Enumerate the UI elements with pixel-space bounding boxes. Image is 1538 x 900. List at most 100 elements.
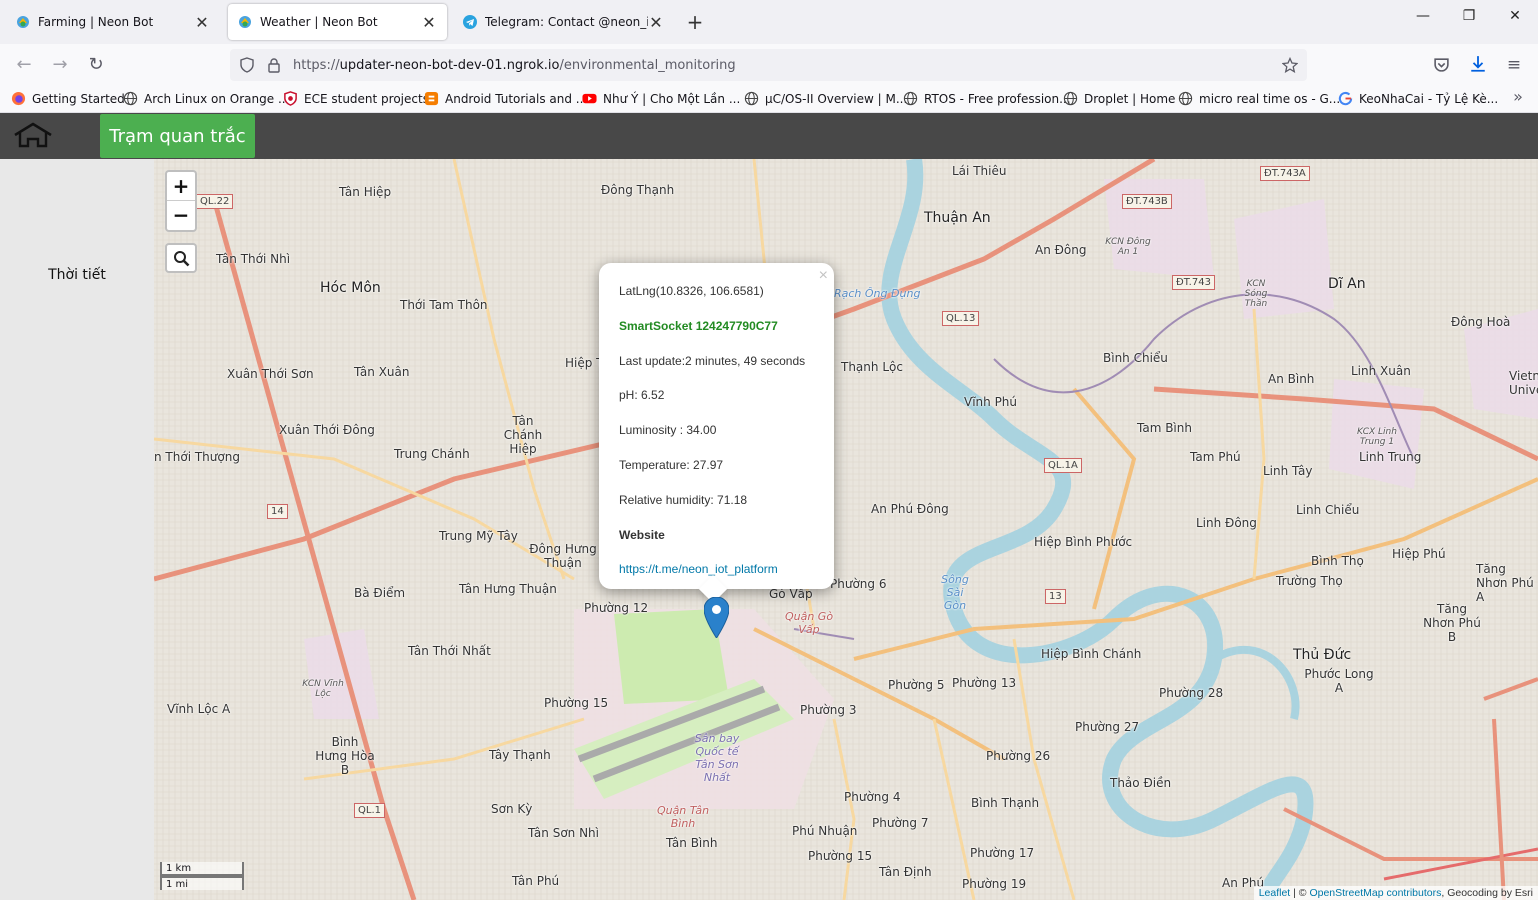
shield-red-icon — [284, 91, 297, 106]
url-bar[interactable]: https://updater-neon-bot-dev-01.ngrok.io… — [230, 49, 1307, 81]
road-shield: 13 — [1045, 589, 1066, 604]
pocket-icon[interactable] — [1433, 56, 1450, 73]
close-window-icon[interactable]: ✕ — [1492, 8, 1538, 24]
bookmark-item[interactable]: Android Tutorials and ... — [424, 91, 587, 106]
sidebar-item-weather[interactable]: Thời tiết — [0, 267, 154, 283]
bookmark-item[interactable]: Droplet | Home — [1063, 91, 1175, 106]
bookmark-item[interactable]: Như Ý | Cho Một Lần ... — [582, 91, 740, 106]
map-label: An Phú Đông — [871, 502, 949, 516]
bookmark-label: micro real time os - G... — [1199, 91, 1341, 106]
road-shield: ĐT.743A — [1260, 166, 1310, 181]
map-label: n Thới Thượng — [154, 450, 240, 464]
map-label: Tam Bình — [1137, 421, 1192, 435]
map-label: Bình Hưng Hòa B — [315, 735, 375, 777]
map-marker-icon[interactable] — [704, 597, 729, 638]
youtube-icon — [582, 93, 597, 104]
zoom-in-button[interactable]: + — [167, 172, 195, 201]
popup-luminosity: Luminosity : 34.00 — [619, 423, 717, 438]
map-label: Tân Chánh Hiệp — [503, 414, 543, 456]
map-label: Hiệp Bình Chánh — [1041, 647, 1142, 661]
url-text[interactable]: https://updater-neon-bot-dev-01.ngrok.io… — [293, 58, 736, 73]
tab-title: Weather | Neon Bot — [260, 15, 378, 29]
map-label: Xuân Thới Sơn — [227, 367, 314, 381]
osm-link[interactable]: OpenStreetMap contributors — [1309, 887, 1441, 899]
reload-icon[interactable]: ↻ — [84, 54, 108, 78]
map-label: Hóc Môn — [320, 280, 381, 296]
tab-telegram[interactable]: Telegram: Contact @neon_iot_p ✕ — [453, 4, 674, 40]
bookmark-label: ECE student projects — [304, 91, 429, 106]
map-label: Vĩnh Lộc A — [167, 702, 231, 716]
attribution-esri: , Geocoding by Esri — [1441, 887, 1533, 899]
bookmark-label: Như Ý | Cho Một Lần ... — [603, 91, 741, 106]
map-label: Tân Sơn Nhì — [528, 826, 599, 840]
map-label: An Bình — [1268, 372, 1315, 386]
map-label: Phường 28 — [1159, 686, 1224, 700]
globe-icon — [1063, 91, 1078, 106]
road-shield: ĐT.743 — [1172, 275, 1215, 290]
google-icon — [1338, 91, 1353, 106]
map-label: Phường 12 — [584, 601, 649, 615]
map-label: Phường 19 — [962, 877, 1027, 891]
new-tab-icon[interactable]: + — [684, 10, 706, 34]
restore-icon[interactable]: ❐ — [1446, 8, 1492, 24]
map-attribution: Leaflet | © OpenStreetMap contributors, … — [1253, 886, 1538, 900]
bookmark-item[interactable]: micro real time os - G... — [1178, 91, 1340, 106]
menu-icon[interactable]: ≡ — [1502, 54, 1526, 78]
sidebar: Thời tiết — [0, 159, 154, 900]
bookmark-item[interactable]: RTOS - Free profession... — [903, 91, 1071, 106]
map-label: Trường Thọ — [1276, 574, 1343, 588]
bookmark-item[interactable]: µC/OS-II Overview | M... — [744, 91, 907, 106]
tab-close-icon[interactable]: ✕ — [421, 13, 437, 32]
bookmark-star-icon[interactable] — [1282, 57, 1298, 73]
map-label: Quận Tân Bình — [656, 804, 710, 830]
popup-temperature: Temperature: 27.97 — [619, 457, 724, 472]
map-label: An Đông — [1035, 243, 1087, 257]
map[interactable]: Tân Hiệp Đông Thạnh Lái Thiêu Thuận An A… — [154, 159, 1538, 900]
tab-close-icon[interactable]: ✕ — [194, 13, 210, 32]
bookmark-label: RTOS - Free profession... — [924, 91, 1071, 106]
map-search-button[interactable] — [165, 243, 197, 273]
minimize-icon[interactable]: — — [1400, 8, 1446, 24]
road-shield: QL.1 — [354, 803, 385, 818]
monitoring-station-button[interactable]: Trạm quan trắc — [100, 114, 255, 158]
tab-close-icon[interactable]: ✕ — [648, 13, 664, 32]
bookmark-item[interactable]: ECE student projects — [283, 91, 429, 106]
map-label: Thảo Điền — [1110, 776, 1172, 790]
map-label: Sân bay Quốc tế Tân Sơn Nhất — [694, 732, 740, 784]
tab-title: Farming | Neon Bot — [38, 15, 154, 29]
tab-farming[interactable]: Farming | Neon Bot ✕ — [6, 4, 220, 40]
shield-icon[interactable] — [239, 57, 255, 73]
globe-icon — [903, 91, 918, 106]
home-icon[interactable] — [12, 120, 54, 152]
scale-mi: 1 mi — [160, 876, 244, 890]
road-shield: 14 — [267, 504, 288, 519]
bookmarks-overflow-icon[interactable]: » — [1506, 86, 1530, 110]
zoom-out-button[interactable]: − — [167, 201, 195, 230]
popup-last-update: Last update:2 minutes, 49 seconds — [619, 353, 806, 368]
map-label: Phường 4 — [844, 790, 901, 804]
bookmarks-toolbar: Getting Started Arch Linux on Orange ...… — [0, 86, 1538, 113]
leaflet-link[interactable]: Leaflet — [1259, 887, 1291, 899]
download-icon[interactable] — [1469, 55, 1487, 73]
attribution-sep: | © — [1290, 887, 1310, 899]
bookmark-item[interactable]: Getting Started — [11, 91, 125, 106]
map-label: Phường 6 — [830, 577, 887, 591]
back-icon[interactable]: ← — [12, 54, 36, 78]
popup-close-icon[interactable]: × — [819, 267, 828, 285]
lock-icon[interactable] — [266, 57, 282, 73]
tab-weather[interactable]: Weather | Neon Bot ✕ — [228, 4, 447, 40]
map-label: Đông Hưng Thuận — [529, 542, 597, 570]
map-label: Tây Thạnh — [489, 748, 551, 762]
bookmark-item[interactable]: Arch Linux on Orange ... — [123, 91, 289, 106]
map-label: Phường 17 — [970, 846, 1035, 860]
globe-icon — [1178, 91, 1193, 106]
tab-strip: Farming | Neon Bot ✕ Weather | Neon Bot … — [0, 0, 1538, 44]
map-label: Thủ Đức — [1293, 647, 1352, 663]
bookmark-item[interactable]: KeoNhaCai - Tỷ Lệ Kè... — [1338, 91, 1498, 106]
telegram-icon — [463, 15, 477, 29]
bookmark-label: µC/OS-II Overview | M... — [765, 91, 908, 106]
forward-icon[interactable]: → — [48, 54, 72, 78]
map-label: Phường 15 — [808, 849, 873, 863]
map-label: Lái Thiêu — [952, 164, 1007, 178]
neon-bot-favicon-icon — [239, 16, 251, 28]
